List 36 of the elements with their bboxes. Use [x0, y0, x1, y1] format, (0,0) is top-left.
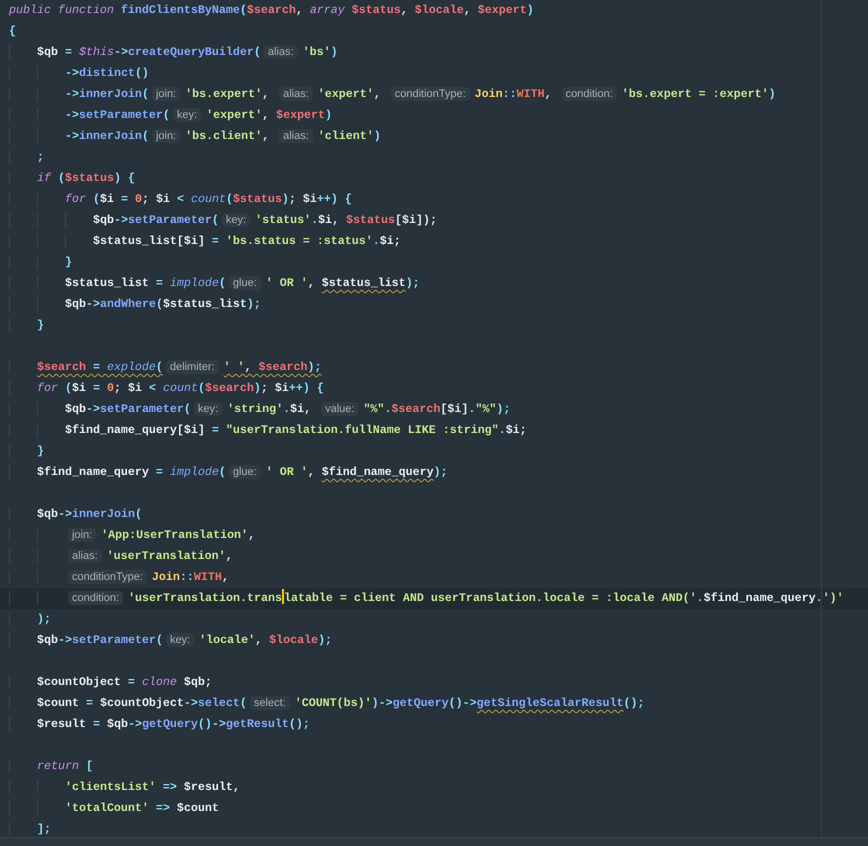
code-line: ; [9, 147, 868, 168]
code-line: ->innerJoin( join: 'bs.client', alias: 'client') [9, 126, 868, 147]
code-line: $status_list[$i] = 'bs.status = :status'.$i; [9, 231, 868, 252]
code-line: $find_name_query = implode( glue: ' OR ', $find_name_query); [9, 462, 868, 483]
code-line: } [9, 315, 868, 336]
code-line: for ($i = 0; $i < count($search); $i++) { [9, 378, 868, 399]
code-line: $countObject = clone $qb; [9, 672, 868, 693]
code-line: $qb->setParameter( key: 'string'.$i, value: "%".$search[$i]."%"); [9, 399, 868, 420]
code-line: alias: 'userTranslation', [9, 546, 868, 567]
code-line: return [ [9, 756, 868, 777]
code-line: 'totalCount' => $count [9, 798, 868, 819]
code-editor[interactable] [0, 0, 868, 846]
code-line: ); [9, 609, 868, 630]
code-line: $qb = $this->createQueryBuilder( alias: 'bs') [9, 42, 868, 63]
code-line: $status_list = implode( glue: ' OR ', $status_list); [9, 273, 868, 294]
code-line: } [9, 252, 868, 273]
code-line: public function findClientsByName($search, array $status, $locale, $expert) [9, 2, 535, 19]
code-line: $qb->setParameter( key: 'locale', $locale); [9, 630, 868, 651]
code-line: ]; [9, 819, 868, 840]
code-line: $find_name_query[$i] = "userTranslation.fullName LIKE :string".$i; [9, 420, 868, 441]
code-line: $search = explode( delimiter: ' ', $search); [9, 357, 868, 378]
code-line: ->distinct() [9, 63, 868, 84]
code-line: ->setParameter( key: 'expert', $expert) [9, 105, 868, 126]
code-line: $qb->setParameter( key: 'status'.$i, $status[$i]); [9, 210, 868, 231]
code-line: { [9, 23, 17, 40]
code-line: $qb->innerJoin( [9, 504, 868, 525]
code-line: for ($i = 0; $i < count($status); $i++) { [9, 189, 868, 210]
code-line: join: 'App:UserTranslation', [9, 525, 868, 546]
code-line: $result = $qb->getQuery()->getResult(); [9, 714, 868, 735]
code-line: conditionType: Join::WITH, [9, 567, 868, 588]
code-line: $qb->andWhere($status_list); [9, 294, 868, 315]
code-line: } [9, 441, 868, 462]
code-line: ->innerJoin( join: 'bs.expert', alias: 'expert', conditionType: Join::WITH, condition: 'bs.expert = :expert') [9, 84, 868, 105]
code-line: 'clientsList' => $result, [9, 777, 868, 798]
code-line: if ($status) { [9, 168, 868, 189]
code-line: $count = $countObject->select( select: 'COUNT(bs)')->getQuery()->getSingleScalarResult(); [9, 693, 868, 714]
